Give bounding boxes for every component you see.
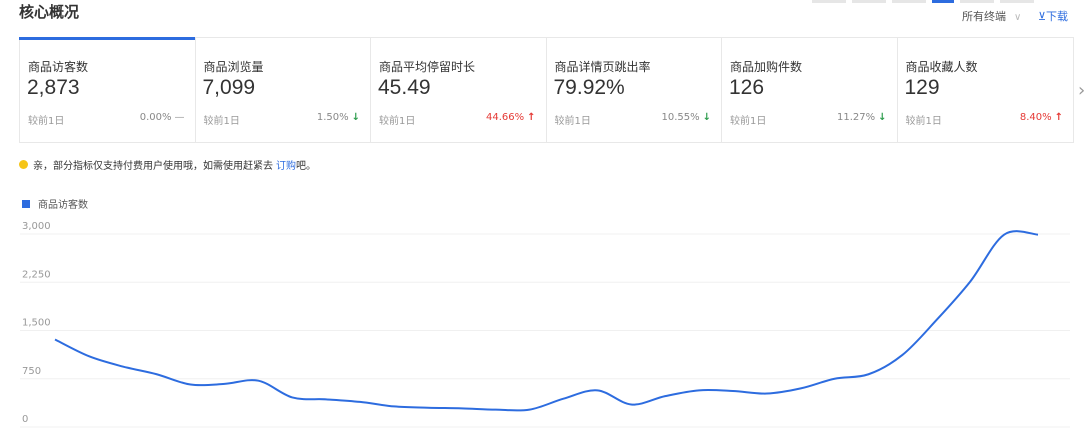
metric-card[interactable]: 商品加购件数 126 较前1日 11.27% ↓ xyxy=(722,38,898,142)
pager-dot-active[interactable] xyxy=(932,0,954,3)
metric-compare-label: 较前1日 xyxy=(730,116,767,127)
metric-value: 79.92% xyxy=(553,76,625,99)
arrow-up-icon: ↑ xyxy=(1054,112,1063,123)
subscribe-link[interactable]: 订购 xyxy=(276,157,296,172)
visitors-line-chart: 3,000 2,250 1,500 750 0 xyxy=(20,221,1070,428)
metric-value: 2,873 xyxy=(27,76,80,99)
arrow-up-icon: ↑ xyxy=(527,112,536,123)
metric-compare-label: 较前1日 xyxy=(379,116,416,127)
y-tick-label: 2,250 xyxy=(22,269,51,280)
metric-label: 商品访客数 xyxy=(28,60,89,74)
metric-change-pct: 0.00% xyxy=(139,112,172,123)
metric-value: 126 xyxy=(729,76,765,99)
pager-dot[interactable] xyxy=(892,0,926,3)
metric-cards: 商品访客数 2,873 较前1日 0.00% — 商品浏览量 7,099 较前1日 1.50% ↓… xyxy=(19,37,1074,143)
metric-compare-label: 较前1日 xyxy=(554,116,591,127)
pager-dot[interactable] xyxy=(1000,0,1034,3)
page-title: 核心概况 xyxy=(19,3,80,21)
metric-compare-label: 较前1日 xyxy=(28,116,65,127)
metric-label: 商品加购件数 xyxy=(730,60,803,74)
metric-value: 7,099 xyxy=(202,76,256,99)
metric-change-pct: 1.50% xyxy=(316,112,349,123)
metric-value: 129 xyxy=(904,76,940,99)
info-dot-icon xyxy=(19,160,28,169)
metric-card[interactable]: 商品浏览量 7,099 较前1日 1.50% ↓ xyxy=(196,38,371,142)
metric-label: 商品平均停留时长 xyxy=(379,60,476,74)
metric-change: 11.27% ↓ xyxy=(837,112,887,123)
dash-icon: — xyxy=(174,112,185,123)
download-button[interactable]: ⊻下载 xyxy=(1038,8,1068,24)
metric-change-pct: 44.66% xyxy=(485,112,525,123)
y-tick-label: 0 xyxy=(22,414,28,425)
metric-value: 45.49 xyxy=(378,76,431,99)
terminal-filter-label: 所有终端 xyxy=(962,10,1006,23)
y-tick-label: 750 xyxy=(22,366,41,377)
metric-label: 商品收藏人数 xyxy=(905,60,978,74)
metric-compare-label: 较前1日 xyxy=(905,116,942,127)
pager-dot[interactable] xyxy=(960,0,994,3)
metric-card[interactable]: 商品详情页跳出率 79.92% 较前1日 10.55% ↓ xyxy=(547,38,722,142)
pager-dot[interactable] xyxy=(852,0,886,3)
metric-label: 商品详情页跳出率 xyxy=(554,60,651,74)
metric-card[interactable]: 商品平均停留时长 45.49 较前1日 44.66% ↑ xyxy=(371,38,547,142)
notice-text: 亲，部分指标仅支持付费用户使用哦，如需使用赶紧去 xyxy=(33,161,273,172)
metric-change: 10.55% ↓ xyxy=(661,112,711,123)
notice-suffix: 吧。 xyxy=(296,161,316,172)
metric-change-pct: 11.27% xyxy=(836,112,876,123)
pager-dot[interactable] xyxy=(812,0,846,3)
pager-indicator xyxy=(812,0,1034,3)
header-bar: 核心概况 所有终端 ∨ ⊻下载 xyxy=(0,0,1089,30)
notice-bar: 亲，部分指标仅支持付费用户使用哦，如需使用赶紧去 订购 吧。 xyxy=(19,157,316,172)
arrow-down-icon: ↓ xyxy=(702,112,711,123)
metric-card[interactable]: 商品访客数 2,873 较前1日 0.00% — xyxy=(19,37,196,142)
metric-change-pct: 10.55% xyxy=(661,112,700,123)
arrow-down-icon: ↓ xyxy=(878,112,887,123)
chevron-down-icon: ∨ xyxy=(1014,12,1022,23)
metric-change: 8.40% ↑ xyxy=(1020,112,1063,123)
metric-change: 1.50% ↓ xyxy=(317,112,360,123)
metric-change-pct: 8.40% xyxy=(1019,112,1052,123)
metric-card[interactable]: 商品收藏人数 129 较前1日 8.40% ↑ xyxy=(898,38,1074,142)
series-line-visitors[interactable] xyxy=(54,230,1039,412)
legend-swatch xyxy=(22,199,30,208)
chevron-right-icon[interactable]: › xyxy=(1078,80,1085,101)
legend-label: 商品访客数 xyxy=(38,200,88,211)
metric-compare-label: 较前1日 xyxy=(203,116,240,127)
y-tick-label: 1,500 xyxy=(22,318,51,329)
metric-change: 44.66% ↑ xyxy=(486,112,536,123)
arrow-down-icon: ↓ xyxy=(351,112,360,123)
terminal-filter-dropdown[interactable]: 所有终端 ∨ xyxy=(962,8,1021,24)
metric-label: 商品浏览量 xyxy=(203,60,264,74)
metric-change: 0.00% — xyxy=(140,112,185,123)
chart-legend[interactable]: 商品访客数 xyxy=(22,196,88,211)
y-tick-label: 3,000 xyxy=(22,221,51,232)
